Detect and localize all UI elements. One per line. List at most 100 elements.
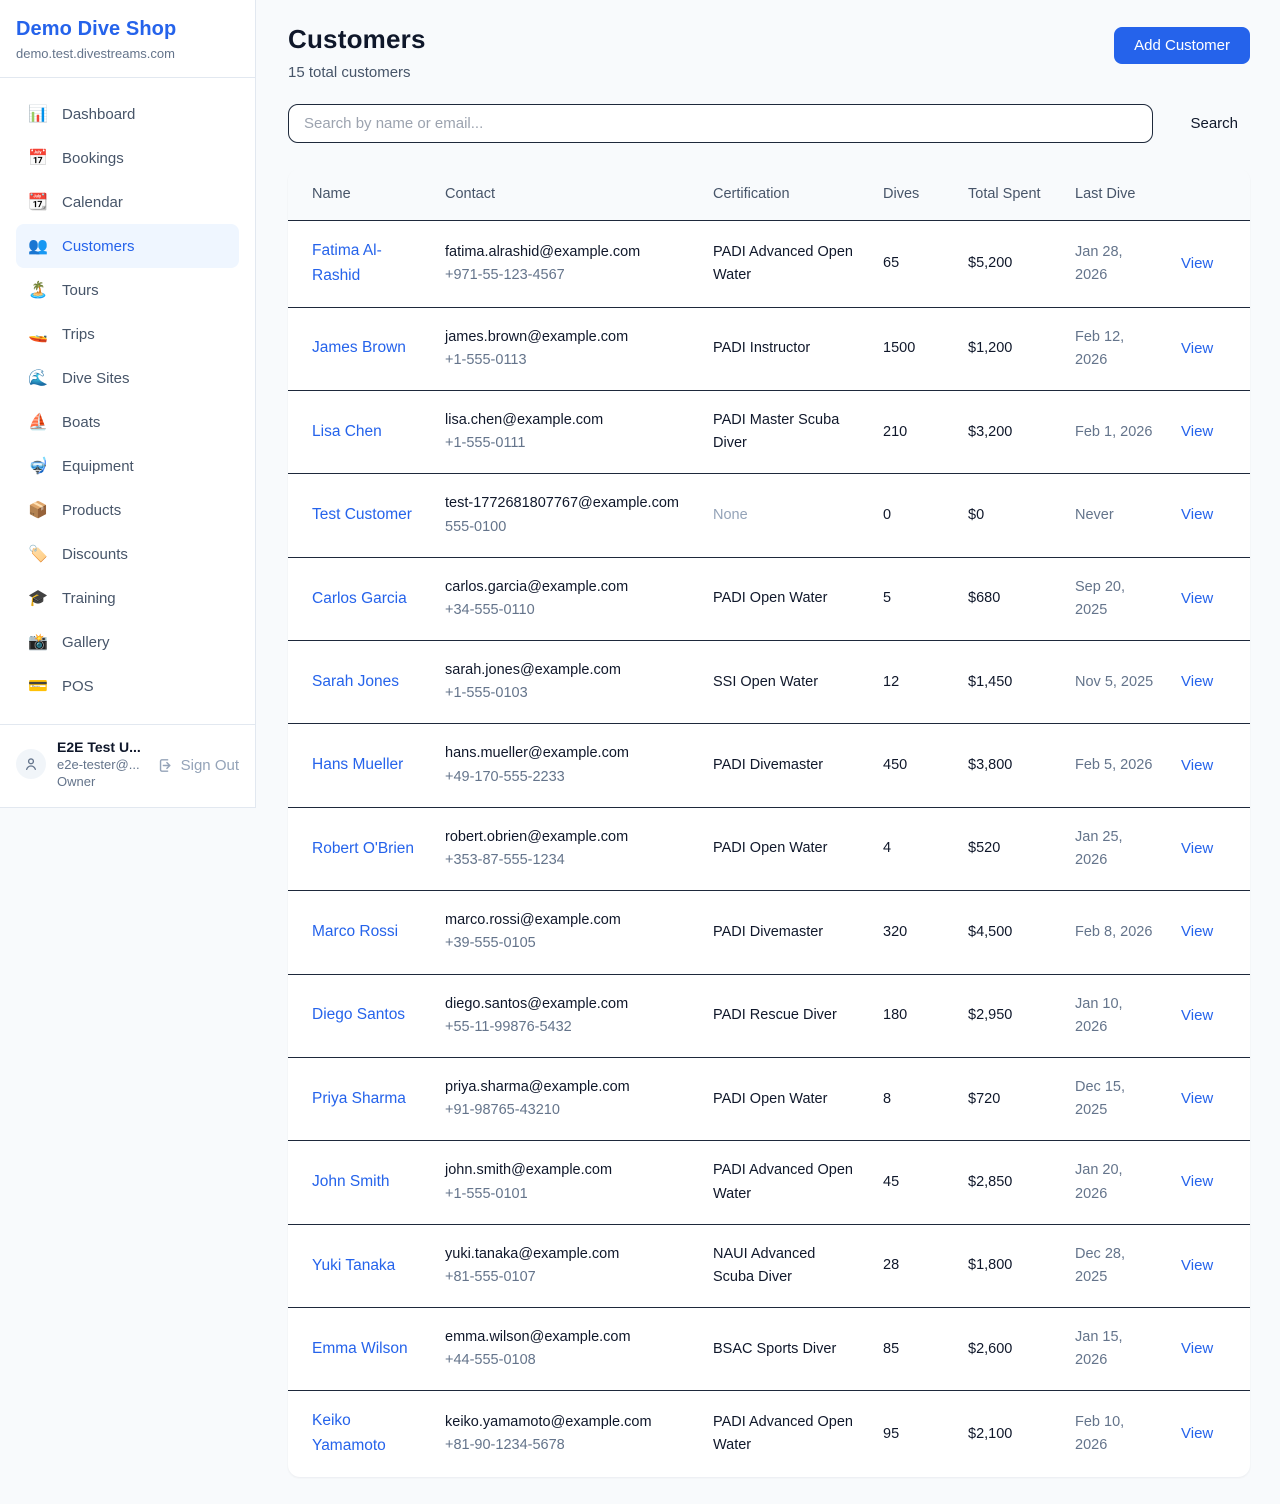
wave-icon: 🌊 xyxy=(28,368,48,388)
sidebar-item-equipment[interactable]: 🤿 Equipment xyxy=(16,444,239,488)
graduation-cap-icon: 🎓 xyxy=(28,588,48,608)
customer-name-link[interactable]: Emma Wilson xyxy=(312,1340,408,1357)
customer-last-dive: Jan 15, 2026 xyxy=(1063,1308,1169,1391)
view-customer-link[interactable]: View xyxy=(1181,1340,1213,1357)
customer-phone: +81-555-0107 xyxy=(445,1266,689,1289)
customer-last-dive: Feb 10, 2026 xyxy=(1063,1391,1169,1477)
sidebar-item-dashboard[interactable]: 📊 Dashboard xyxy=(16,92,239,136)
view-customer-link[interactable]: View xyxy=(1181,255,1213,272)
table-row: Test Customer test-1772681807767@example… xyxy=(288,474,1250,557)
view-customer-link[interactable]: View xyxy=(1181,1007,1213,1024)
search-button[interactable]: Search xyxy=(1190,115,1238,132)
page-title: Customers xyxy=(288,24,426,55)
customer-name-link[interactable]: Fatima Al-Rashid xyxy=(312,242,382,284)
customer-phone: +1-555-0103 xyxy=(445,682,689,705)
customer-name-link[interactable]: Yuki Tanaka xyxy=(312,1257,395,1274)
column-header-last-dive: Last Dive xyxy=(1063,169,1169,221)
customer-email: hans.mueller@example.com xyxy=(445,742,689,765)
customer-last-dive: Jan 28, 2026 xyxy=(1063,221,1169,308)
sidebar-item-pos[interactable]: 💳 POS xyxy=(16,664,239,708)
customer-phone: +55-11-99876-5432 xyxy=(445,1016,689,1039)
customer-certification: PADI Advanced Open Water xyxy=(701,1141,871,1224)
sidebar-item-boats[interactable]: ⛵ Boats xyxy=(16,400,239,444)
customer-name-link[interactable]: Marco Rossi xyxy=(312,923,398,940)
customer-phone: +1-555-0113 xyxy=(445,349,689,372)
sidebar-item-trips[interactable]: 🚤 Trips xyxy=(16,312,239,356)
customer-last-dive: Feb 8, 2026 xyxy=(1063,891,1169,974)
search-input[interactable] xyxy=(288,104,1153,143)
customer-total-spent: $680 xyxy=(956,557,1063,640)
customers-table-card: Name Contact Certification Dives Total S… xyxy=(288,169,1250,1477)
view-customer-link[interactable]: View xyxy=(1181,1425,1213,1442)
customer-name-link[interactable]: Sarah Jones xyxy=(312,673,399,690)
bar-chart-icon: 📊 xyxy=(28,104,48,124)
customer-phone: +34-555-0110 xyxy=(445,599,689,622)
island-icon: 🏝️ xyxy=(28,280,48,300)
customer-last-dive: Jan 25, 2026 xyxy=(1063,807,1169,890)
table-row: Sarah Jones sarah.jones@example.com +1-5… xyxy=(288,641,1250,724)
view-customer-link[interactable]: View xyxy=(1181,590,1213,607)
sidebar-item-label: Trips xyxy=(62,326,95,343)
sidebar-item-bookings[interactable]: 📅 Bookings xyxy=(16,136,239,180)
view-customer-link[interactable]: View xyxy=(1181,757,1213,774)
customer-total-spent: $0 xyxy=(956,474,1063,557)
customer-certification: PADI Open Water xyxy=(701,1057,871,1140)
view-customer-link[interactable]: View xyxy=(1181,423,1213,440)
sidebar-item-tours[interactable]: 🏝️ Tours xyxy=(16,268,239,312)
sidebar-item-products[interactable]: 📦 Products xyxy=(16,488,239,532)
sidebar-item-training[interactable]: 🎓 Training xyxy=(16,576,239,620)
customers-table: Name Contact Certification Dives Total S… xyxy=(288,169,1250,1477)
customer-total-spent: $4,500 xyxy=(956,891,1063,974)
customer-phone: +44-555-0108 xyxy=(445,1349,689,1372)
customer-name-link[interactable]: Test Customer xyxy=(312,506,412,523)
customer-name-link[interactable]: James Brown xyxy=(312,339,406,356)
table-row: Priya Sharma priya.sharma@example.com +9… xyxy=(288,1057,1250,1140)
customer-certification: PADI Advanced Open Water xyxy=(701,1391,871,1477)
sidebar-item-gallery[interactable]: 📸 Gallery xyxy=(16,620,239,664)
customer-name-link[interactable]: John Smith xyxy=(312,1173,390,1190)
view-customer-link[interactable]: View xyxy=(1181,840,1213,857)
customer-last-dive: Sep 20, 2025 xyxy=(1063,557,1169,640)
customer-name-link[interactable]: Priya Sharma xyxy=(312,1090,406,1107)
sign-out-button[interactable]: Sign Out xyxy=(157,757,239,774)
customer-last-dive: Feb 5, 2026 xyxy=(1063,724,1169,807)
customer-name-link[interactable]: Robert O'Brien xyxy=(312,840,414,857)
customer-dives: 45 xyxy=(871,1141,956,1224)
sidebar-item-calendar[interactable]: 📆 Calendar xyxy=(16,180,239,224)
customer-phone: +1-555-0111 xyxy=(445,432,689,455)
customer-name-link[interactable]: Diego Santos xyxy=(312,1006,405,1023)
sidebar-item-discounts[interactable]: 🏷️ Discounts xyxy=(16,532,239,576)
sidebar-item-label: Bookings xyxy=(62,150,124,167)
customer-dives: 0 xyxy=(871,474,956,557)
user-role: Owner xyxy=(57,774,146,789)
customer-email: marco.rossi@example.com xyxy=(445,909,689,932)
customer-name-link[interactable]: Carlos Garcia xyxy=(312,590,407,607)
view-customer-link[interactable]: View xyxy=(1181,1090,1213,1107)
view-customer-link[interactable]: View xyxy=(1181,673,1213,690)
sidebar-item-customers[interactable]: 👥 Customers xyxy=(16,224,239,268)
view-customer-link[interactable]: View xyxy=(1181,1173,1213,1190)
column-header-name: Name xyxy=(288,169,433,221)
view-customer-link[interactable]: View xyxy=(1181,340,1213,357)
shop-domain: demo.test.divestreams.com xyxy=(16,46,239,61)
sign-out-icon xyxy=(157,757,174,774)
tag-icon: 🏷️ xyxy=(28,544,48,564)
tearoff-calendar-icon: 📆 xyxy=(28,192,48,212)
customer-name-link[interactable]: Hans Mueller xyxy=(312,756,403,773)
view-customer-link[interactable]: View xyxy=(1181,923,1213,940)
customer-name-link[interactable]: Lisa Chen xyxy=(312,423,382,440)
customer-dives: 8 xyxy=(871,1057,956,1140)
add-customer-button[interactable]: Add Customer xyxy=(1114,27,1250,64)
customer-total-spent: $520 xyxy=(956,807,1063,890)
customer-name-link[interactable]: Keiko Yamamoto xyxy=(312,1412,386,1454)
column-header-dives: Dives xyxy=(871,169,956,221)
sidebar-item-dive-sites[interactable]: 🌊 Dive Sites xyxy=(16,356,239,400)
view-customer-link[interactable]: View xyxy=(1181,1257,1213,1274)
customer-dives: 85 xyxy=(871,1308,956,1391)
customer-phone: +49-170-555-2233 xyxy=(445,766,689,789)
sidebar-item-label: POS xyxy=(62,678,94,695)
sidebar-item-label: Training xyxy=(62,590,116,607)
table-row: Fatima Al-Rashid fatima.alrashid@example… xyxy=(288,221,1250,308)
customer-email: emma.wilson@example.com xyxy=(445,1326,689,1349)
view-customer-link[interactable]: View xyxy=(1181,506,1213,523)
